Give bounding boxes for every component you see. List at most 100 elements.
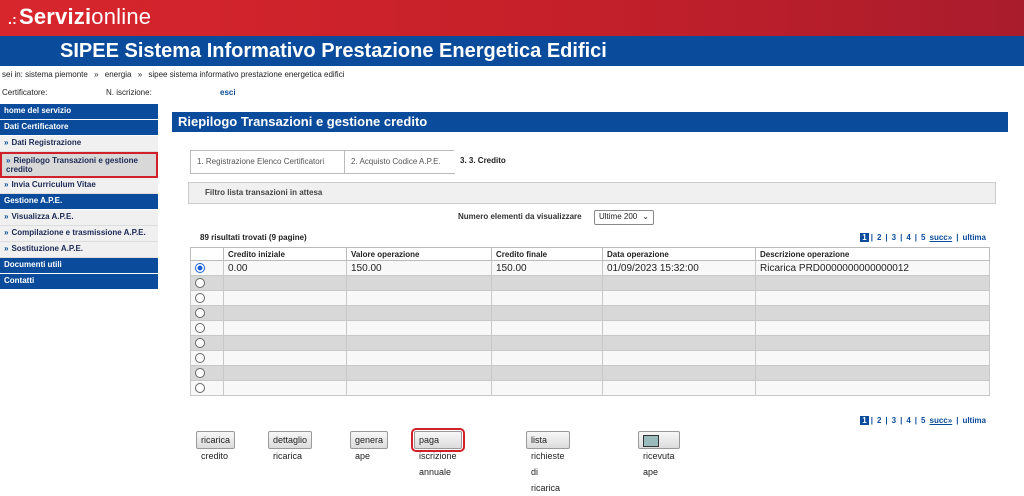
table-cell xyxy=(223,305,347,321)
table-cell xyxy=(346,275,492,291)
sidebar-item-label: Riepilogo Transazioni e gestione credito xyxy=(6,156,138,174)
table-row[interactable] xyxy=(190,380,990,396)
table-row[interactable] xyxy=(190,335,990,351)
step-tab-registrazione[interactable]: 1. Registrazione Elenco Certificatori xyxy=(190,150,345,174)
pager-page-link[interactable]: 5 xyxy=(921,416,925,425)
table-cell xyxy=(223,290,347,306)
sidebar-item[interactable]: » Dati Registrazione xyxy=(0,136,158,152)
ricevuta-ape-button[interactable]: ricevuta ape xyxy=(638,431,680,477)
table-cell xyxy=(223,365,347,381)
num-elementi-label: Numero elementi da visualizzare xyxy=(458,212,582,221)
table-row[interactable] xyxy=(190,350,990,366)
table-cell xyxy=(602,320,756,336)
filter-panel[interactable]: Filtro lista transazioni in attesa xyxy=(188,182,996,204)
breadcrumb-item[interactable]: sistema piemonte xyxy=(25,70,88,79)
table-cell xyxy=(602,365,756,381)
sidebar-item[interactable]: Contatti xyxy=(0,274,158,290)
certificatore-label: Certificatore: xyxy=(2,88,48,97)
pager-page-link[interactable]: 5 xyxy=(921,233,925,242)
sidebar-item[interactable]: » Riepilogo Transazioni e gestione credit… xyxy=(0,152,158,178)
ricarica-credito-button[interactable]: ricarica credito xyxy=(196,431,236,461)
pager-next-link[interactable]: succ» xyxy=(930,233,953,242)
sidebar-item-label: Dati Registrazione xyxy=(11,138,82,147)
row-radio[interactable] xyxy=(195,322,205,333)
row-select-cell xyxy=(190,320,224,336)
sidebar-item[interactable]: » Invia Curriculum Vitae xyxy=(0,178,158,194)
pager-current-page: 1 xyxy=(860,416,869,425)
sidebar-item[interactable]: Documenti utili xyxy=(0,258,158,274)
column-header: Data operazione xyxy=(602,247,756,261)
pager-page-link[interactable]: 4 xyxy=(906,233,910,242)
row-radio[interactable] xyxy=(195,307,205,318)
row-select-cell xyxy=(190,380,224,396)
row-radio[interactable] xyxy=(195,367,205,378)
sidebar-item-label: Contatti xyxy=(4,276,35,285)
table-cell xyxy=(755,305,990,321)
pager-page-link[interactable]: 3 xyxy=(892,233,896,242)
dettaglio-ricarica-button[interactable]: dettaglio ricarica xyxy=(268,431,313,461)
table-row[interactable] xyxy=(190,365,990,381)
brand-logo[interactable]: .:Servizionline xyxy=(8,4,151,30)
sidebar-item[interactable]: Gestione A.P.E. xyxy=(0,194,158,210)
sidebar-item[interactable]: » Visualizza A.P.E. xyxy=(0,210,158,226)
sidebar-item[interactable]: » Compilazione e trasmissione A.P.E. xyxy=(0,226,158,242)
sidebar-item[interactable]: home del servizio xyxy=(0,104,158,120)
row-radio[interactable] xyxy=(195,292,205,303)
pager-page-link[interactable]: 4 xyxy=(906,416,910,425)
row-radio[interactable] xyxy=(195,262,205,273)
results-count: 89 risultati trovati (9 pagine) xyxy=(200,233,307,242)
row-radio[interactable] xyxy=(195,382,205,393)
main-content: Riepilogo Transazioni e gestione credito… xyxy=(172,112,1008,493)
table-cell xyxy=(346,320,492,336)
table-row[interactable] xyxy=(190,290,990,306)
pager-page-link[interactable]: 2 xyxy=(877,416,881,425)
brand-light: online xyxy=(91,4,152,29)
pager-page-link[interactable]: 3 xyxy=(892,416,896,425)
column-header: Credito iniziale xyxy=(223,247,347,261)
table-cell xyxy=(491,335,603,351)
table-cell xyxy=(223,335,347,351)
row-select-cell xyxy=(190,350,224,366)
pager-top: 1 | 2 | 3 | 4 | 5 succ» | ultima xyxy=(860,233,988,242)
pager-separator: | xyxy=(870,233,873,242)
table-cell xyxy=(346,290,492,306)
table-cell: 150.00 xyxy=(491,260,603,276)
column-header: Descrizione operazione xyxy=(755,247,990,261)
table-cell xyxy=(755,350,990,366)
step-tab-acquisto[interactable]: 2. Acquisto Codice A.P.E. xyxy=(344,150,455,174)
breadcrumb-item[interactable]: sipee sistema informativo prestazione en… xyxy=(148,70,344,79)
logout-link[interactable]: esci xyxy=(220,88,236,97)
row-select-cell xyxy=(190,275,224,291)
row-select-cell xyxy=(190,260,224,276)
pager-last-link[interactable]: ultima xyxy=(962,416,986,425)
pager-last-link[interactable]: ultima xyxy=(962,233,986,242)
genera-ape-button[interactable]: genera ape xyxy=(350,431,389,461)
paga-iscrizione-button[interactable]: paga iscrizione annuale xyxy=(411,428,465,477)
table-cell xyxy=(346,365,492,381)
sidebar-item[interactable]: Dati Certificatore xyxy=(0,120,158,136)
table-cell xyxy=(602,335,756,351)
row-radio[interactable] xyxy=(195,277,205,288)
pager-separator: | xyxy=(900,233,903,242)
table-cell xyxy=(755,290,990,306)
step-tab-credito[interactable]: 3. 3. Credito xyxy=(454,150,536,172)
pager-next-link[interactable]: succ» xyxy=(930,416,953,425)
top-banner: .:Servizionline xyxy=(0,0,1024,36)
sidebar-item[interactable]: » Sostituzione A.P.E. xyxy=(0,242,158,258)
row-radio[interactable] xyxy=(195,352,205,363)
table-row[interactable]: 0.00 150.00 150.00 01/09/2023 15:32:00 Ricar… xyxy=(190,260,990,276)
row-radio[interactable] xyxy=(195,337,205,348)
num-elementi-select[interactable]: Ultime 200 ⌄ xyxy=(594,210,654,225)
table-row[interactable] xyxy=(190,275,990,291)
table-cell xyxy=(755,275,990,291)
table-cell: 150.00 xyxy=(346,260,492,276)
table-cell xyxy=(602,305,756,321)
pager-page-link[interactable]: 2 xyxy=(877,233,881,242)
table-row[interactable] xyxy=(190,320,990,336)
breadcrumb-item[interactable]: energia xyxy=(105,70,132,79)
iscrizione-label: N. iscrizione: xyxy=(106,88,152,97)
num-elementi-value: Ultime 200 xyxy=(599,212,638,221)
lista-richieste-button[interactable]: lista richieste di ricarica xyxy=(526,431,570,493)
table-row[interactable] xyxy=(190,305,990,321)
computer-icon xyxy=(643,434,659,447)
